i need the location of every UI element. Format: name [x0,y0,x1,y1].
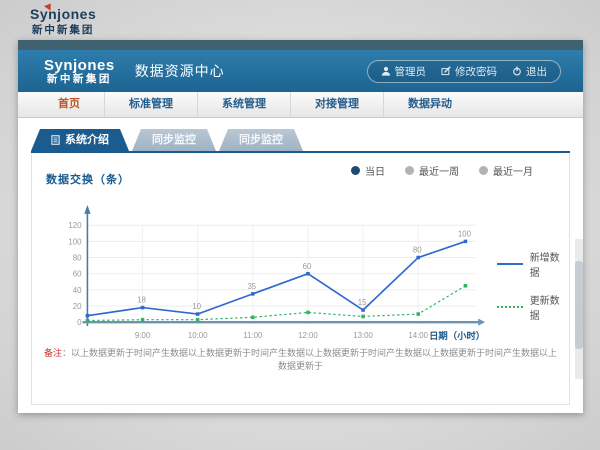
svg-text:9:00: 9:00 [135,331,151,340]
chart-legend: 新增数据更新数据 [497,249,569,347]
svg-text:12:00: 12:00 [298,331,318,340]
main-content: 系统介绍同步监控同步监控 当日最近一周最近一月 数据交换（条） 02040608… [18,129,583,405]
svg-text:14:00: 14:00 [408,331,428,340]
svg-text:10: 10 [192,302,201,311]
chart-area: 0 20 40 60 80 100 120 9:00 10:00 11:00 12:00 13:00 1… [50,187,569,347]
radio-当日[interactable]: 当日 [351,163,385,178]
svg-text:15: 15 [358,298,367,307]
radio-dot-icon [479,166,488,175]
radio-最近一周[interactable]: 最近一周 [405,163,459,178]
line-chart: 0 20 40 60 80 100 120 9:00 10:00 11:00 12:00 13:00 1… [50,187,487,347]
svg-text:120: 120 [68,221,82,230]
legend-更新数据: 更新数据 [497,292,569,322]
svg-text:10:00: 10:00 [188,331,208,340]
svg-text:80: 80 [73,254,82,263]
nav-item-系统管理[interactable]: 系统管理 [198,92,291,117]
edit-icon [441,66,451,76]
canvas-brand-logo: Synjones 新中新集团 [30,6,96,37]
header-brand-logo: Synjones 新中新集团 [44,58,115,85]
svg-text:100: 100 [68,237,82,246]
doc-icon [51,135,60,145]
svg-text:60: 60 [303,262,312,271]
canvas-brand-company: 新中新集团 [30,22,96,37]
scrollbar-thumb[interactable] [575,261,583,349]
footnote: 备注：以上数据更新于时间产生数据以上数据更新于时间产生数据以上数据更新于时间产生… [42,346,559,372]
svg-text:日期（小时）: 日期（小时） [429,330,485,341]
nav-item-对接管理[interactable]: 对接管理 [291,92,384,117]
footnote-text: ：以上数据更新于时间产生数据以上数据更新于时间产生数据以上数据更新于时间产生数据… [62,348,557,371]
svg-text:60: 60 [73,270,82,279]
nav-item-数据异动[interactable]: 数据异动 [384,92,476,117]
legend-line-icon [497,263,523,265]
nav-item-首页[interactable]: 首页 [34,92,105,117]
user-menu: 管理员修改密码退出 [367,60,562,83]
tab-同步监控-1[interactable]: 同步监控 [132,129,216,151]
user-menu-管理员[interactable]: 管理员 [381,64,427,79]
user-menu-修改密码[interactable]: 修改密码 [441,64,497,79]
svg-text:13:00: 13:00 [353,331,373,340]
svg-text:100: 100 [458,229,472,238]
app-window: Synjones 新中新集团 数据资源中心 管理员修改密码退出 首页标准管理系统… [18,40,583,413]
scrollbar[interactable] [575,239,583,379]
range-filter: 当日 最近一周 最近一月 [351,163,533,178]
nav-item-标准管理[interactable]: 标准管理 [105,92,198,117]
legend-line-icon [497,306,523,308]
user-menu-退出[interactable]: 退出 [512,64,547,79]
y-axis-title: 数据交换（条） [46,171,130,187]
svg-text:40: 40 [73,286,82,295]
radio-最近一月[interactable]: 最近一月 [479,163,533,178]
canvas-brand-name: Synjones [30,6,96,22]
tab-bar: 系统介绍同步监控同步监控 [31,129,583,151]
footnote-label: 备注 [44,348,62,358]
chart-panel: 当日 最近一周 最近一月 数据交换（条） 0 20 40 60 80 100 120 9:00 10… [31,153,570,405]
header-brand-name: Synjones [44,58,115,73]
tab-同步监控-2[interactable]: 同步监控 [219,129,303,151]
svg-text:80: 80 [413,246,422,255]
power-icon [512,66,522,76]
app-header: Synjones 新中新集团 数据资源中心 管理员修改密码退出 [18,50,583,92]
legend-新增数据: 新增数据 [497,249,569,279]
svg-text:35: 35 [247,282,256,291]
header-brand-company: 新中新集团 [44,73,115,85]
main-nav: 首页标准管理系统管理对接管理数据异动 [18,92,583,118]
tab-系统介绍-0[interactable]: 系统介绍 [31,129,129,151]
window-top-strip [18,40,583,50]
radio-dot-icon [351,166,360,175]
svg-text:18: 18 [137,296,146,305]
svg-text:11:00: 11:00 [243,331,263,340]
svg-text:20: 20 [73,302,82,311]
radio-dot-icon [405,166,414,175]
svg-text:0: 0 [77,318,82,327]
user-icon [381,66,391,76]
page-title: 数据资源中心 [135,61,225,81]
